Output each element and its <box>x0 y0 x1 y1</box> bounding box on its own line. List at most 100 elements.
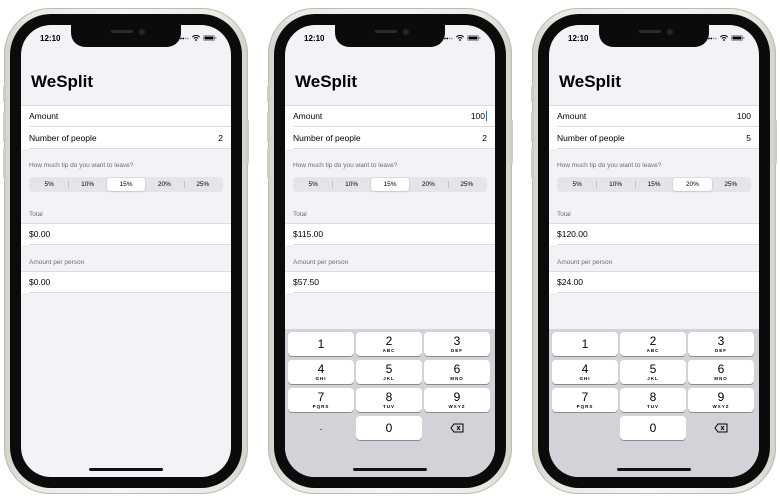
per-person-section-header: Amount per person <box>557 259 613 266</box>
per-person-row: $24.00 <box>549 271 759 293</box>
keypad-key-7[interactable]: 7 PQRS <box>552 388 618 412</box>
tip-section-header: How much tip do you want to leave? <box>557 162 662 169</box>
key-digit: 5 <box>649 362 657 376</box>
key-digit: 3 <box>453 334 461 348</box>
amount-field[interactable]: Amount 100 <box>285 105 495 127</box>
keypad-delete-key[interactable] <box>688 416 754 440</box>
amount-label: Amount <box>29 111 59 121</box>
tip-option[interactable]: 15% <box>634 178 673 191</box>
tip-option[interactable]: 20% <box>145 178 183 191</box>
status-icons <box>180 35 217 41</box>
battery-icon <box>467 35 481 41</box>
key-letters: DEF <box>451 348 463 353</box>
tip-option[interactable]: 15% <box>370 178 410 191</box>
keypad-key-2[interactable]: 2 ABC <box>620 332 686 356</box>
keypad-key-0[interactable]: 0 <box>620 416 686 440</box>
tip-option[interactable]: 5% <box>294 178 332 191</box>
people-value: 2 <box>218 133 223 143</box>
key-letters: TUV <box>647 404 659 409</box>
keypad-key-9[interactable]: 9 WXYZ <box>688 388 754 412</box>
people-label: Number of people <box>557 133 625 143</box>
key-digit: 7 <box>317 390 325 404</box>
tip-option[interactable]: 20% <box>673 178 712 191</box>
keypad-key-6[interactable]: 6 MNO <box>688 360 754 384</box>
people-label: Number of people <box>29 133 97 143</box>
power-button <box>774 120 777 164</box>
home-indicator[interactable] <box>89 468 163 471</box>
home-indicator[interactable] <box>353 468 427 471</box>
keypad-key-3[interactable]: 3 DEF <box>424 332 490 356</box>
mute-switch <box>531 86 534 102</box>
wifi-icon <box>192 35 200 41</box>
key-letters: GHI <box>579 376 591 381</box>
text-cursor <box>486 111 487 122</box>
keypad-decimal-key[interactable]: . <box>288 416 354 440</box>
tip-segmented-control[interactable]: 5% 10% 15% 20% 25% <box>557 177 751 192</box>
people-picker[interactable]: Number of people 5 <box>549 127 759 149</box>
per-person-value: $0.00 <box>29 277 51 287</box>
key-digit: 7 <box>581 390 589 404</box>
key-letters: ABC <box>646 348 660 353</box>
keypad-key-7[interactable]: 7 PQRS <box>288 388 354 412</box>
keypad-key-1[interactable]: 1 <box>552 332 618 356</box>
key-letters: PQRS <box>312 404 330 409</box>
tip-option[interactable]: 25% <box>447 178 486 191</box>
key-letters: DEF <box>715 348 727 353</box>
tip-option[interactable]: 10% <box>332 178 370 191</box>
tip-option[interactable]: 15% <box>106 178 146 191</box>
amount-field[interactable]: Amount <box>21 105 231 127</box>
numeric-keypad: 1 2 ABC 3 DEF 4 GHI 5 JKL 6 MNO 7 PQRS 8 TUV 9 WXYZ. 0 <box>285 329 495 477</box>
tip-segmented-control[interactable]: 5% 10% 15% 20% 25% <box>293 177 487 192</box>
keypad-decimal-key[interactable] <box>552 416 618 440</box>
volume-down-button <box>3 148 6 178</box>
people-picker[interactable]: Number of people 2 <box>285 127 495 149</box>
people-value: 2 <box>482 133 487 143</box>
keypad-key-2[interactable]: 2 ABC <box>356 332 422 356</box>
app-title: WeSplit <box>295 72 358 91</box>
keypad-key-6[interactable]: 6 MNO <box>424 360 490 384</box>
keypad-key-8[interactable]: 8 TUV <box>620 388 686 412</box>
speaker <box>375 30 397 33</box>
keypad-key-3[interactable]: 3 DEF <box>688 332 754 356</box>
keypad-key-9[interactable]: 9 WXYZ <box>424 388 490 412</box>
tip-option[interactable]: 5% <box>30 178 68 191</box>
cellular-icon <box>708 36 717 41</box>
tip-section-header: How much tip do you want to leave? <box>293 162 398 169</box>
tip-option[interactable]: 20% <box>409 178 447 191</box>
tip-option[interactable]: 10% <box>596 178 634 191</box>
tip-option[interactable]: 10% <box>68 178 106 191</box>
key-letters: JKL <box>647 376 659 381</box>
tip-segmented-control[interactable]: 5% 10% 15% 20% 25% <box>29 177 223 192</box>
battery-icon <box>731 35 745 41</box>
phone-3: 12:10 WeSplit Amount 100 Number of people 5 Ho… <box>531 8 777 494</box>
tip-option[interactable]: 25% <box>183 178 222 191</box>
app-title: WeSplit <box>559 72 622 91</box>
keypad-key-0[interactable]: 0 <box>356 416 422 440</box>
home-indicator[interactable] <box>617 468 691 471</box>
per-person-section-header: Amount per person <box>29 259 85 266</box>
keypad-key-1[interactable]: 1 <box>288 332 354 356</box>
tip-option[interactable]: 5% <box>558 178 596 191</box>
keypad-key-5[interactable]: 5 JKL <box>620 360 686 384</box>
keypad-key-8[interactable]: 8 TUV <box>356 388 422 412</box>
key-digit: 0 <box>385 421 393 435</box>
keypad-key-4[interactable]: 4 GHI <box>552 360 618 384</box>
numeric-keypad: 1 2 ABC 3 DEF 4 GHI 5 JKL 6 MNO 7 PQRS 8 TUV 9 WXYZ 0 <box>549 329 759 477</box>
volume-up-button <box>3 112 6 142</box>
volume-down-button <box>531 148 534 178</box>
camera <box>667 29 673 35</box>
total-value: $0.00 <box>29 229 51 239</box>
app-title: WeSplit <box>31 72 94 91</box>
people-picker[interactable]: Number of people 2 <box>21 127 231 149</box>
key-letters: TUV <box>383 404 395 409</box>
keypad-key-5[interactable]: 5 JKL <box>356 360 422 384</box>
volume-up-button <box>531 112 534 142</box>
wifi-icon <box>720 35 728 41</box>
people-label: Number of people <box>293 133 361 143</box>
tip-option[interactable]: 25% <box>712 178 750 191</box>
amount-field[interactable]: Amount 100 <box>549 105 759 127</box>
keypad-delete-key[interactable] <box>424 416 490 440</box>
key-letters: GHI <box>315 376 327 381</box>
total-section-header: Total <box>557 211 571 218</box>
keypad-key-4[interactable]: 4 GHI <box>288 360 354 384</box>
